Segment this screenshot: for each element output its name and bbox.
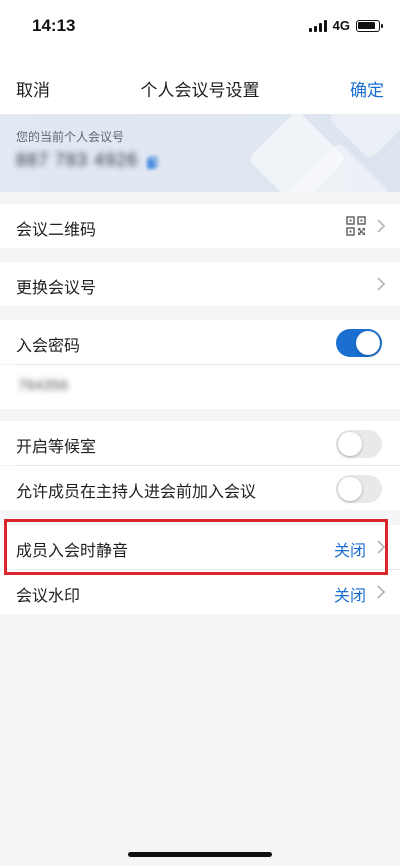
chevron-right-icon	[377, 277, 386, 291]
watermark-value: 关闭	[333, 586, 366, 605]
signal-icon	[308, 19, 327, 32]
nav-bar: 取消 个人会议号设置 确定	[0, 52, 400, 114]
meeting-id-label: 您的当前个人会议号	[16, 130, 125, 144]
status-time: 14:13	[32, 16, 76, 35]
status-indicators: 4G	[308, 18, 383, 33]
change-meeting-id-row[interactable]: 更换会议号	[0, 262, 400, 306]
qr-code-icon	[346, 216, 366, 236]
chevron-right-icon	[377, 219, 386, 233]
password-value-row[interactable]: 764356	[0, 365, 400, 409]
confirm-button[interactable]: 确定	[350, 76, 384, 101]
waiting-room-label: 开启等候室	[16, 437, 97, 456]
waiting-room-row: 开启等候室	[0, 421, 400, 465]
password-label: 入会密码	[16, 336, 81, 355]
join-before-host-label: 允许成员在主持人进会前加入会议	[16, 482, 257, 501]
watermark-row[interactable]: 会议水印 关闭	[0, 570, 400, 614]
password-row: 入会密码	[0, 320, 400, 364]
battery-icon	[356, 19, 383, 32]
waiting-room-toggle[interactable]	[336, 430, 382, 458]
screen: 14:13 4G 取消 个人会议号设置 确定 您的当前个人会议号 887 783…	[0, 0, 400, 866]
status-bar: 14:13 4G	[0, 0, 400, 52]
join-before-host-row: 允许成员在主持人进会前加入会议	[0, 466, 400, 510]
password-value[interactable]: 764356	[18, 377, 68, 394]
change-meeting-id-label: 更换会议号	[16, 278, 97, 297]
network-type: 4G	[332, 18, 350, 33]
meeting-id-value: 887 783 4926	[16, 150, 139, 170]
password-toggle[interactable]	[336, 329, 382, 357]
qr-code-row[interactable]: 会议二维码	[0, 204, 400, 248]
meeting-id-banner: 您的当前个人会议号 887 783 4926	[0, 114, 400, 192]
page-title: 个人会议号设置	[140, 81, 260, 101]
join-before-host-toggle[interactable]	[336, 475, 382, 503]
watermark-label: 会议水印	[16, 586, 81, 605]
highlight-annotation	[4, 519, 388, 575]
home-indicator	[128, 852, 272, 857]
copy-icon[interactable]	[146, 156, 158, 170]
qr-code-label: 会议二维码	[16, 220, 97, 239]
chevron-right-icon	[377, 585, 386, 599]
